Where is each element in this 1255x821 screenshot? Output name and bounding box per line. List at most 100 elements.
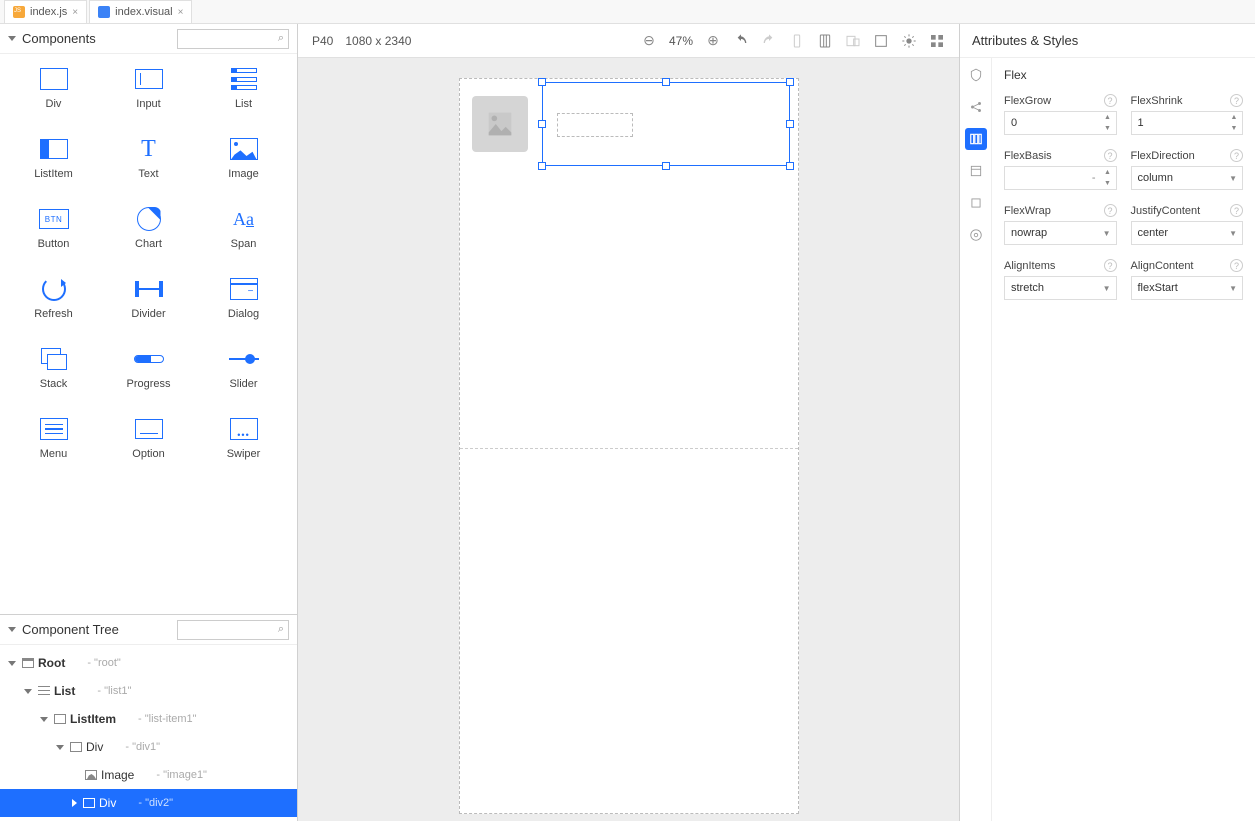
justifyContent-select[interactable]: center▼ (1131, 221, 1244, 245)
redo-button[interactable] (761, 33, 777, 49)
help-icon[interactable]: ? (1104, 259, 1117, 272)
resize-handle[interactable] (786, 120, 794, 128)
component-chart[interactable]: Chart (109, 208, 189, 250)
component-label: Image (228, 168, 259, 180)
close-icon[interactable]: × (72, 7, 78, 18)
tree-search-input[interactable]: ⌕ (177, 620, 289, 640)
component-list[interactable]: List (204, 68, 284, 110)
alignContent-select[interactable]: flexStart▼ (1131, 276, 1244, 300)
brightness-icon[interactable] (901, 33, 917, 49)
zoom-in-button[interactable]: ⊕ (705, 33, 721, 49)
canvas-area[interactable] (298, 58, 959, 821)
help-icon[interactable]: ? (1230, 94, 1243, 107)
collapse-icon[interactable] (8, 36, 16, 41)
flexWrap-select[interactable]: nowrap▼ (1004, 221, 1117, 245)
prop-justifyContent: JustifyContent?center▼ (1131, 204, 1244, 245)
flexBasis-input[interactable]: -▲▼ (1004, 166, 1117, 190)
device-frame[interactable] (459, 78, 799, 814)
canvas-inner-placeholder[interactable] (557, 113, 633, 137)
component-stack[interactable]: Stack (14, 348, 94, 390)
option-icon (134, 418, 164, 440)
tree-node-list[interactable]: List- "list1" (0, 677, 297, 705)
panel-title: Components (22, 31, 171, 46)
collapse-icon[interactable] (40, 717, 48, 722)
device-label: P40 (312, 34, 333, 48)
component-swiper[interactable]: Swiper (204, 418, 284, 460)
node-id: - "div1" (125, 741, 160, 753)
resize-handle[interactable] (538, 78, 546, 86)
tree-node-image[interactable]: Image- "image1" (0, 761, 297, 789)
prop-label: FlexDirection (1131, 150, 1195, 162)
resize-handle[interactable] (538, 162, 546, 170)
canvas-image-placeholder[interactable] (472, 96, 528, 152)
square-icon[interactable] (873, 33, 889, 49)
help-icon[interactable]: ? (1104, 94, 1117, 107)
flexGrow-input[interactable]: 0▲▼ (1004, 111, 1117, 135)
expand-icon[interactable] (72, 799, 77, 807)
close-icon[interactable]: × (178, 7, 184, 18)
help-icon[interactable]: ? (1230, 204, 1243, 217)
component-text[interactable]: TText (109, 138, 189, 180)
component-image[interactable]: Image (204, 138, 284, 180)
collapse-icon[interactable] (24, 689, 32, 694)
component-span[interactable]: Span (204, 208, 284, 250)
help-icon[interactable]: ? (1230, 149, 1243, 162)
phone-portrait-icon[interactable] (789, 33, 805, 49)
undo-button[interactable] (733, 33, 749, 49)
tree-node-root[interactable]: Root- "root" (0, 649, 297, 677)
zoom-out-button[interactable]: ⊖ (641, 33, 657, 49)
resize-handle[interactable] (786, 162, 794, 170)
component-label: Slider (229, 378, 257, 390)
stack-icon (39, 348, 69, 370)
component-dialog[interactable]: Dialog (204, 278, 284, 320)
tab-general[interactable] (965, 64, 987, 86)
component-option[interactable]: Option (109, 418, 189, 460)
grid-icon[interactable] (929, 33, 945, 49)
stepper[interactable]: ▲▼ (1100, 167, 1116, 189)
canvas-list-item[interactable] (468, 87, 790, 161)
editor-tab-bar: index.js × index.visual × (0, 0, 1255, 24)
help-icon[interactable]: ? (1104, 204, 1117, 217)
alignItems-select[interactable]: stretch▼ (1004, 276, 1117, 300)
component-button[interactable]: BTNButton (14, 208, 94, 250)
tab-settings[interactable] (965, 224, 987, 246)
tree-node-div[interactable]: Div- "div1" (0, 733, 297, 761)
resize-handle[interactable] (662, 162, 670, 170)
collapse-icon[interactable] (56, 745, 64, 750)
collapse-icon[interactable] (8, 661, 16, 666)
tree-node-div[interactable]: Div- "div2" (0, 789, 297, 817)
components-search-input[interactable]: ⌕ (177, 29, 289, 49)
canvas-list[interactable] (460, 79, 798, 449)
right-panel-content: Flex FlexGrow?0▲▼FlexShrink?1▲▼FlexBasis… (992, 58, 1255, 821)
stepper[interactable]: ▲▼ (1226, 112, 1242, 134)
resize-handle[interactable] (662, 78, 670, 86)
component-div[interactable]: Div (14, 68, 94, 110)
flexDirection-select[interactable]: column▼ (1131, 166, 1244, 190)
tab-share[interactable] (965, 96, 987, 118)
tree-node-listitem[interactable]: ListItem- "list-item1" (0, 705, 297, 733)
component-listitem[interactable]: ListItem (14, 138, 94, 180)
tab-flex[interactable] (965, 128, 987, 150)
tab-box[interactable] (965, 192, 987, 214)
component-divider[interactable]: Divider (109, 278, 189, 320)
component-refresh[interactable]: Refresh (14, 278, 94, 320)
tab-code[interactable] (965, 160, 987, 182)
resize-handle[interactable] (786, 78, 794, 86)
component-input[interactable]: Input (109, 68, 189, 110)
help-icon[interactable]: ? (1104, 149, 1117, 162)
editor-tab-index-visual[interactable]: index.visual × (89, 0, 192, 23)
editor-tab-index-js[interactable]: index.js × (4, 0, 87, 23)
stepper[interactable]: ▲▼ (1100, 112, 1116, 134)
component-progress[interactable]: Progress (109, 348, 189, 390)
resize-handle[interactable] (538, 120, 546, 128)
flexShrink-input[interactable]: 1▲▼ (1131, 111, 1244, 135)
tablet-icon[interactable] (817, 33, 833, 49)
multi-device-icon[interactable] (845, 33, 861, 49)
component-menu[interactable]: Menu (14, 418, 94, 460)
node-name: Image (101, 768, 134, 782)
canvas-selected-div[interactable] (542, 82, 790, 166)
select-value: flexStart (1138, 282, 1178, 294)
collapse-icon[interactable] (8, 627, 16, 632)
component-slider[interactable]: Slider (204, 348, 284, 390)
help-icon[interactable]: ? (1230, 259, 1243, 272)
